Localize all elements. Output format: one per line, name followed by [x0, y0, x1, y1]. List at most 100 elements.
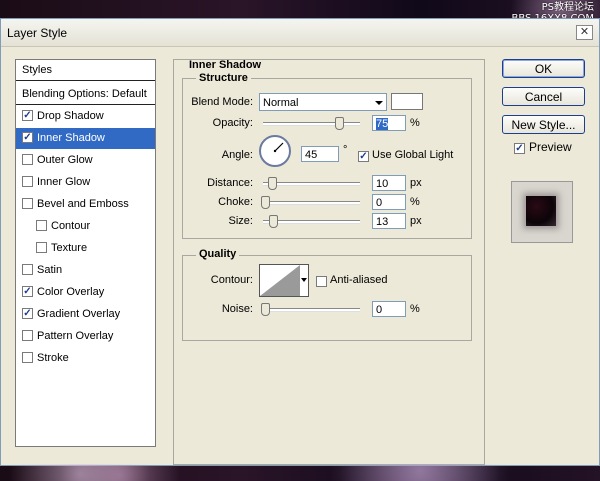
- opacity-input[interactable]: 75: [372, 115, 406, 131]
- opacity-value: 75: [376, 118, 389, 130]
- pattern-overlay-checkbox[interactable]: [22, 329, 33, 341]
- anti-aliased-label: Anti-aliased: [330, 274, 388, 286]
- contour-curve-icon: [260, 265, 300, 296]
- styles-header[interactable]: Styles: [16, 60, 155, 81]
- contour-dropdown[interactable]: [300, 264, 309, 297]
- distance-slider[interactable]: [263, 177, 360, 190]
- style-item-stroke[interactable]: Stroke: [16, 348, 155, 369]
- distance-slider-thumb[interactable]: [268, 177, 277, 190]
- style-label: Contour: [51, 220, 91, 232]
- style-label: Drop Shadow: [37, 110, 104, 122]
- style-item-drop-shadow[interactable]: ✓ Drop Shadow: [16, 106, 155, 127]
- size-input[interactable]: 13: [372, 213, 406, 229]
- style-label: Color Overlay: [37, 286, 105, 298]
- distance-label: Distance:: [207, 177, 253, 189]
- chevron-down-icon: [375, 101, 383, 105]
- style-item-bevel-emboss[interactable]: Bevel and Emboss: [16, 194, 155, 215]
- blend-mode-value: Normal: [263, 97, 299, 109]
- color-overlay-checkbox[interactable]: ✓: [22, 285, 33, 297]
- style-label: Bevel and Emboss: [37, 198, 129, 210]
- preview-label: Preview: [529, 140, 572, 154]
- dialog-title: Layer Style: [7, 26, 68, 40]
- new-style-button[interactable]: New Style...: [502, 115, 585, 134]
- texture-checkbox[interactable]: [36, 241, 47, 253]
- noise-unit: %: [410, 303, 420, 315]
- choke-slider[interactable]: [261, 196, 360, 209]
- drop-shadow-checkbox[interactable]: ✓: [22, 109, 33, 121]
- noise-label: Noise:: [221, 303, 253, 315]
- layer-style-dialog: Layer Style ✕ Styles Blending Options: D…: [0, 18, 600, 466]
- inner-glow-checkbox[interactable]: [22, 175, 33, 187]
- satin-checkbox[interactable]: [22, 263, 33, 275]
- chevron-down-icon: [301, 278, 307, 282]
- bevel-emboss-checkbox[interactable]: [22, 197, 33, 209]
- opacity-label: Opacity:: [212, 117, 253, 129]
- styles-list: Styles Blending Options: Default ✓ Drop S…: [15, 59, 156, 447]
- style-label: Gradient Overlay: [37, 308, 121, 320]
- preview-thumbnail: [511, 181, 573, 243]
- preview-checkbox[interactable]: ✓: [514, 143, 525, 154]
- style-item-texture[interactable]: Texture: [16, 238, 155, 259]
- style-label: Stroke: [37, 352, 69, 364]
- use-global-light-checkbox[interactable]: ✓: [358, 151, 369, 162]
- noise-slider[interactable]: [261, 303, 360, 316]
- opacity-slider-thumb[interactable]: [335, 117, 344, 130]
- quality-group: [182, 255, 472, 341]
- angle-input[interactable]: 45: [301, 146, 339, 162]
- style-item-inner-glow[interactable]: Inner Glow: [16, 172, 155, 193]
- anti-aliased-checkbox[interactable]: [316, 276, 327, 287]
- inner-shadow-checkbox[interactable]: ✓: [22, 131, 33, 143]
- style-label: Inner Shadow: [37, 132, 105, 144]
- choke-value: 0: [376, 197, 383, 209]
- size-value: 13: [376, 216, 389, 228]
- contour-picker[interactable]: [259, 264, 301, 297]
- blend-mode-select[interactable]: Normal: [259, 93, 387, 111]
- style-label: Texture: [51, 242, 88, 254]
- opacity-slider[interactable]: [263, 117, 360, 130]
- angle-dial[interactable]: [259, 135, 291, 167]
- style-item-gradient-overlay[interactable]: ✓ Gradient Overlay: [16, 304, 155, 325]
- quality-title: Quality: [196, 248, 240, 260]
- style-item-contour[interactable]: Contour: [16, 216, 155, 237]
- angle-label: Angle:: [221, 149, 253, 161]
- watermark-line1: PS教程论坛: [541, 2, 594, 13]
- style-label: Satin: [37, 264, 63, 276]
- blending-options-item[interactable]: Blending Options: Default: [16, 84, 155, 105]
- style-item-satin[interactable]: Satin: [16, 260, 155, 281]
- distance-value: 10: [376, 178, 389, 190]
- shadow-color-swatch[interactable]: [391, 93, 423, 110]
- style-label: Inner Glow: [37, 176, 91, 188]
- outer-glow-checkbox[interactable]: [22, 153, 33, 165]
- section-title: Inner Shadow: [189, 59, 262, 71]
- opacity-unit: %: [410, 117, 420, 129]
- cancel-button[interactable]: Cancel: [502, 87, 585, 106]
- ok-button[interactable]: OK: [502, 59, 585, 78]
- choke-label: Choke:: [218, 196, 253, 208]
- blend-mode-label: Blend Mode:: [191, 96, 253, 108]
- title-bar[interactable]: Layer Style ✕: [1, 19, 599, 47]
- style-item-pattern-overlay[interactable]: Pattern Overlay: [16, 326, 155, 347]
- style-item-inner-shadow[interactable]: ✓ Inner Shadow: [16, 128, 155, 149]
- angle-needle-icon: [273, 142, 284, 153]
- stroke-checkbox[interactable]: [22, 351, 33, 363]
- style-label: Outer Glow: [37, 154, 93, 166]
- noise-slider-thumb[interactable]: [261, 303, 270, 316]
- choke-slider-thumb[interactable]: [261, 196, 270, 209]
- structure-title: Structure: [196, 72, 251, 84]
- background-stars: [0, 464, 600, 481]
- style-item-color-overlay[interactable]: ✓ Color Overlay: [16, 282, 155, 303]
- size-slider[interactable]: [263, 215, 360, 228]
- gradient-overlay-checkbox[interactable]: ✓: [22, 307, 33, 319]
- close-icon[interactable]: ✕: [576, 25, 593, 40]
- contour-checkbox[interactable]: [36, 219, 47, 231]
- size-unit: px: [410, 215, 422, 227]
- distance-input[interactable]: 10: [372, 175, 406, 191]
- style-item-outer-glow[interactable]: Outer Glow: [16, 150, 155, 171]
- noise-input[interactable]: 0: [372, 301, 406, 317]
- choke-input[interactable]: 0: [372, 194, 406, 210]
- preview-sample: [526, 196, 556, 226]
- angle-value: 45: [305, 149, 318, 161]
- angle-unit: °: [343, 144, 348, 156]
- distance-unit: px: [410, 177, 422, 189]
- size-slider-thumb[interactable]: [269, 215, 278, 228]
